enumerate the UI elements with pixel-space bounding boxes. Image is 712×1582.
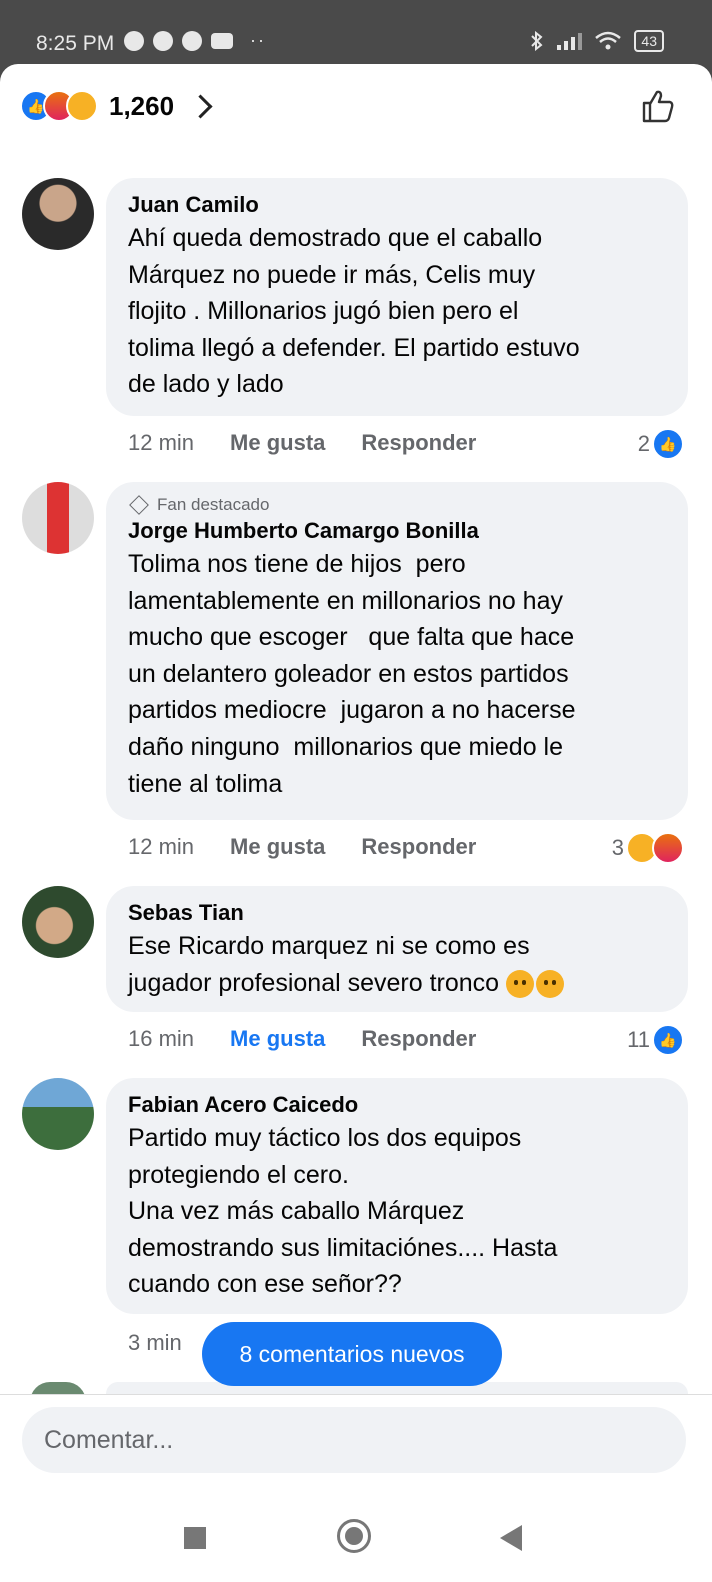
sad-face-icon <box>536 969 565 998</box>
reactions-header: 👍 1,260 <box>0 64 712 150</box>
comment-text: Ese Ricardo marquez ni se como es jugado… <box>128 928 666 1001</box>
comment-reactions[interactable]: 3 <box>612 832 684 864</box>
wifi-icon <box>595 31 622 50</box>
sad-reaction-icon <box>66 90 98 122</box>
comment-composer <box>0 1394 712 1582</box>
reaction-count: 11 <box>627 1027 650 1052</box>
comment-time: 12 min <box>128 834 195 859</box>
notification-icons: ·· <box>124 30 266 51</box>
comment-bubble[interactable]: Fabian Acero Caicedo Partido muy táctico… <box>106 1078 688 1314</box>
status-bar: 8:25 PM ·· 43 <box>0 0 712 66</box>
badge-label: Fan destacado <box>157 495 270 514</box>
like-reaction-icon: 👍 <box>652 1024 684 1056</box>
reply-button[interactable]: Responder <box>361 1026 476 1052</box>
reaction-count: 1,260 <box>109 90 175 121</box>
whatsapp-icon <box>153 30 173 51</box>
new-comments-button[interactable]: 8 comentarios nuevos <box>202 1322 502 1386</box>
comment-bubble[interactable]: Fan destacado Jorge Humberto Camargo Bon… <box>106 482 688 820</box>
comment-actions: 16 min Me gusta Responder <box>128 1024 476 1054</box>
avatar[interactable] <box>22 482 94 554</box>
comment-author[interactable]: Fabian Acero Caicedo <box>128 1090 666 1120</box>
comment-actions: 3 min <box>128 1328 182 1358</box>
comment-text: Partido muy táctico los dos equipos prot… <box>128 1124 558 1299</box>
like-button[interactable]: Me gusta <box>230 1026 325 1052</box>
reaction-count: 2 <box>637 431 650 456</box>
like-button[interactable]: Me gusta <box>230 834 325 860</box>
comment-reactions[interactable]: 11 👍 <box>627 1024 684 1056</box>
ball-icon <box>182 30 202 51</box>
chevron-right-icon <box>188 93 213 119</box>
comment-text: Tolima nos tiene de hijos pero lamentabl… <box>128 550 576 798</box>
comment-actions: 12 min Me gusta Responder <box>128 832 476 862</box>
system-icons: 43 <box>529 30 664 52</box>
fan-badge: Fan destacado <box>128 494 666 516</box>
comment-author[interactable]: Juan Camilo <box>128 190 666 220</box>
reply-button[interactable]: Responder <box>361 430 476 456</box>
status-time: 8:25 PM <box>36 32 115 55</box>
comments-sheet: 👍 1,260 Juan Camilo Ahí queda demostrado… <box>0 64 712 1582</box>
diamond-icon <box>129 495 149 515</box>
comment-text-line: jugador profesional severo tronco <box>128 968 500 997</box>
like-reaction-icon: 👍 <box>652 428 684 460</box>
comment-time: 16 min <box>128 1026 195 1051</box>
more-notifications: ·· <box>250 30 266 50</box>
comment-time: 12 min <box>128 430 195 455</box>
comment-input[interactable] <box>22 1407 686 1473</box>
bluetooth-icon <box>531 31 543 51</box>
comment-text-line: Ese Ricardo marquez ni se como es <box>128 932 530 960</box>
battery-icon: 43 <box>634 30 664 52</box>
like-post-button[interactable] <box>640 88 676 124</box>
comment-bubble[interactable]: Juan Camilo Ahí queda demostrado que el … <box>106 178 688 416</box>
comment-actions: 12 min Me gusta Responder <box>128 428 476 458</box>
comment-author[interactable]: Jorge Humberto Camargo Bonilla <box>128 516 666 546</box>
home-button[interactable] <box>337 1519 371 1553</box>
like-button[interactable]: Me gusta <box>230 430 325 456</box>
comment-time: 3 min <box>128 1330 182 1355</box>
avatar[interactable] <box>22 886 94 958</box>
comment-reactions[interactable]: 2 👍 <box>638 428 684 460</box>
comment-author[interactable]: Sebas Tian <box>128 898 666 928</box>
reply-button[interactable]: Responder <box>361 834 476 860</box>
sad-face-icon <box>506 969 535 998</box>
reaction-count: 3 <box>611 835 624 860</box>
avatar[interactable] <box>22 1078 94 1150</box>
comment-text: Ahí queda demostrado que el caballo Márq… <box>128 224 580 399</box>
reactions-summary[interactable]: 👍 1,260 <box>20 90 213 122</box>
recent-apps-button[interactable] <box>184 1527 206 1549</box>
angry-reaction-icon <box>652 832 684 864</box>
comment-bubble[interactable]: Sebas Tian Ese Ricardo marquez ni se com… <box>106 886 688 1012</box>
signal-icon <box>557 32 583 50</box>
navigation-bar <box>0 1485 712 1582</box>
back-button[interactable] <box>500 1525 522 1551</box>
avatar[interactable] <box>22 178 94 250</box>
youtube-icon <box>211 32 233 49</box>
alarm-icon <box>124 30 144 51</box>
